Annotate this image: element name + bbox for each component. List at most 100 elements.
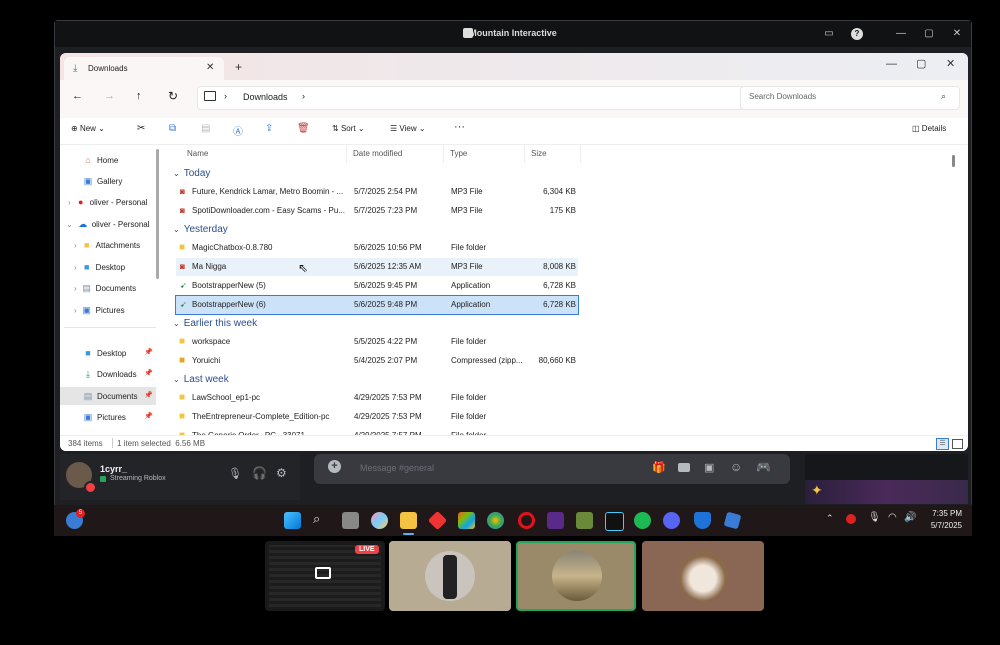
group-header-today[interactable]: ⌄ Today [173, 166, 210, 182]
emoji-icon[interactable]: ☺ [730, 460, 742, 474]
minecraft-icon[interactable] [576, 512, 593, 529]
volume-icon[interactable]: 🔊 [904, 512, 916, 523]
address-input[interactable]: › Downloads › [197, 86, 793, 110]
expand-chevron-icon[interactable]: › [68, 198, 71, 207]
list-scrollbar[interactable] [952, 155, 955, 167]
column-header-size[interactable]: Size [525, 145, 581, 163]
audio-app-icon[interactable] [605, 512, 624, 531]
username[interactable]: 1cyrr_ [100, 464, 127, 474]
file-row[interactable]: ➹ BootstrapperNew (5) 5/6/2025 9:45 PM A… [176, 277, 578, 295]
nav-item-documents-cloud[interactable]: › ▤ Documents [74, 279, 136, 297]
spotify-icon[interactable] [634, 512, 651, 529]
nav-scrollbar[interactable] [156, 149, 159, 279]
sticker-icon[interactable]: ▣ [704, 461, 714, 474]
nav-item-oliver-personal-red[interactable]: › ● oliver - Personal [68, 193, 147, 211]
nav-item-home[interactable]: ⌂ Home [82, 151, 118, 169]
file-row[interactable]: ■ LawSchool_ep1-pc 4/29/2025 7:53 PM Fil… [176, 389, 578, 407]
message-input[interactable]: + Message #general 🎁 ▣ ☺ 🎮 [314, 454, 790, 484]
details-button[interactable]: ◫ Details [912, 124, 946, 133]
share-icon[interactable]: ⇪ [265, 123, 273, 134]
clock-time[interactable]: 7:35 PM [926, 509, 962, 518]
file-row[interactable]: ◙ Future, Kendrick Lamar, Metro Boomin -… [176, 183, 578, 201]
nav-item-documents-pinned[interactable]: ▤ Documents 📌 [60, 387, 156, 405]
more-options-button[interactable]: ··· [454, 121, 465, 133]
clock-date[interactable]: 5/7/2025 [920, 521, 962, 530]
search-input[interactable]: Search Downloads ⌕ [740, 86, 960, 110]
discord-icon[interactable] [663, 512, 680, 529]
cut-icon[interactable]: ✂ [137, 123, 145, 134]
nav-item-gallery[interactable]: ▣ Gallery [82, 172, 123, 190]
nav-item-oliver-personal-onedrive[interactable]: ⌄ ☁ oliver - Personal [66, 215, 150, 233]
defender-icon[interactable] [694, 512, 711, 529]
task-view-icon[interactable] [342, 512, 359, 529]
collapse-chevron-icon[interactable]: ⌄ [66, 220, 73, 229]
participant-tile[interactable] [389, 541, 511, 611]
copilot-icon[interactable] [371, 512, 388, 529]
view-button[interactable]: ☰ View ⌄ [390, 124, 426, 133]
copy-icon[interactable]: ⧉ [169, 123, 176, 134]
new-button[interactable]: ⊕ New ⌄ [71, 124, 105, 133]
nav-item-downloads-pinned[interactable]: ⤓ Downloads 📌 [82, 365, 153, 383]
up-icon[interactable]: ↑ [136, 90, 142, 102]
minimize-button[interactable]: — [893, 26, 909, 42]
rename-icon[interactable]: Ⓐ [233, 123, 243, 138]
explorer-maximize-button[interactable]: ▢ [916, 57, 926, 70]
nav-item-desktop-cloud[interactable]: › ■ Desktop [74, 258, 125, 276]
file-row[interactable]: ■ The Generic Order...PC...33071 4/29/20… [176, 427, 578, 435]
nav-item-attachments[interactable]: › ■ Attachments [74, 236, 140, 254]
settings-gear-icon[interactable]: ⚙ [276, 466, 287, 480]
headphones-icon[interactable]: 🎧 [252, 466, 267, 480]
details-view-icon[interactable]: ☰ [936, 438, 949, 450]
sort-button[interactable]: ⇅ Sort ⌄ [332, 124, 365, 133]
paste-icon[interactable]: ▤ [201, 123, 210, 134]
close-tab-icon[interactable]: ✕ [206, 62, 214, 73]
delete-icon[interactable]: 🗑 [297, 123, 310, 134]
tiles-view-icon[interactable] [952, 439, 963, 449]
explorer-close-button[interactable]: ✕ [946, 57, 955, 70]
file-row[interactable]: ■ MagicChatbox-0.8.780 5/6/2025 10:56 PM… [176, 239, 578, 257]
new-tab-button[interactable]: + [235, 60, 242, 74]
help-icon[interactable]: ? [851, 28, 863, 40]
group-header-last-week[interactable]: ⌄ Last week [173, 372, 229, 388]
close-button[interactable]: ✕ [949, 26, 965, 42]
tray-app-icon[interactable] [846, 514, 856, 524]
file-row-selected[interactable]: ➹ BootstrapperNew (6) 5/6/2025 9:48 PM A… [175, 295, 579, 315]
expand-chevron-icon[interactable]: › [74, 284, 77, 293]
breadcrumb-downloads[interactable]: Downloads [243, 92, 288, 102]
group-header-yesterday[interactable]: ⌄ Yesterday [173, 222, 228, 238]
back-icon[interactable]: ← [72, 90, 83, 102]
tray-microphone-icon[interactable]: 🎙 [868, 512, 881, 523]
nav-item-pictures-cloud[interactable]: › ▣ Pictures [74, 301, 125, 319]
show-hidden-icons-icon[interactable]: ⌃ [826, 513, 834, 524]
file-row[interactable]: ■ workspace 5/5/2025 4:22 PM File folder [176, 333, 578, 351]
expand-chevron-icon[interactable]: › [74, 241, 77, 250]
nav-item-pictures-pinned[interactable]: ▣ Pictures 📌 [82, 408, 153, 426]
participant-tile[interactable] [642, 541, 764, 611]
file-explorer-icon[interactable] [400, 512, 417, 529]
gif-icon[interactable] [678, 463, 690, 472]
nav-item-desktop-pinned[interactable]: ■ Desktop 📌 [82, 344, 152, 362]
expand-chevron-icon[interactable]: › [74, 263, 77, 272]
search-icon[interactable]: ⌕ [313, 511, 320, 527]
gift-icon[interactable]: 🎁 [652, 461, 666, 474]
tab-downloads[interactable]: ⤓ Downloads ✕ [64, 57, 224, 80]
add-attachment-icon[interactable]: + [328, 460, 341, 473]
refresh-icon[interactable]: ↻ [168, 89, 178, 103]
roblox-icon[interactable] [723, 511, 742, 530]
column-header-type[interactable]: Type [444, 145, 525, 163]
microsoft-store-icon[interactable] [458, 512, 475, 529]
explorer-minimize-button[interactable]: — [886, 58, 897, 70]
file-row[interactable]: ■ TheEntrepreneur-Complete_Edition-pc 4/… [176, 408, 578, 426]
chrome-icon[interactable] [487, 512, 504, 529]
stream-preview-tile[interactable]: LIVE [265, 541, 385, 611]
activities-icon[interactable]: 🎮 [756, 460, 771, 474]
column-header-name[interactable]: Name [181, 145, 347, 163]
microphone-icon[interactable]: 🎙 [228, 467, 242, 480]
start-icon[interactable] [284, 512, 301, 529]
wifi-icon[interactable]: ◠ [888, 512, 897, 523]
file-row[interactable]: ◙ SpotiDownloader.com - Easy Scams - Pu.… [176, 202, 578, 220]
column-header-date[interactable]: Date modified [347, 145, 444, 163]
expand-chevron-icon[interactable]: › [74, 306, 77, 315]
maximize-button[interactable]: ▢ [921, 26, 937, 42]
opera-icon[interactable] [518, 512, 535, 529]
